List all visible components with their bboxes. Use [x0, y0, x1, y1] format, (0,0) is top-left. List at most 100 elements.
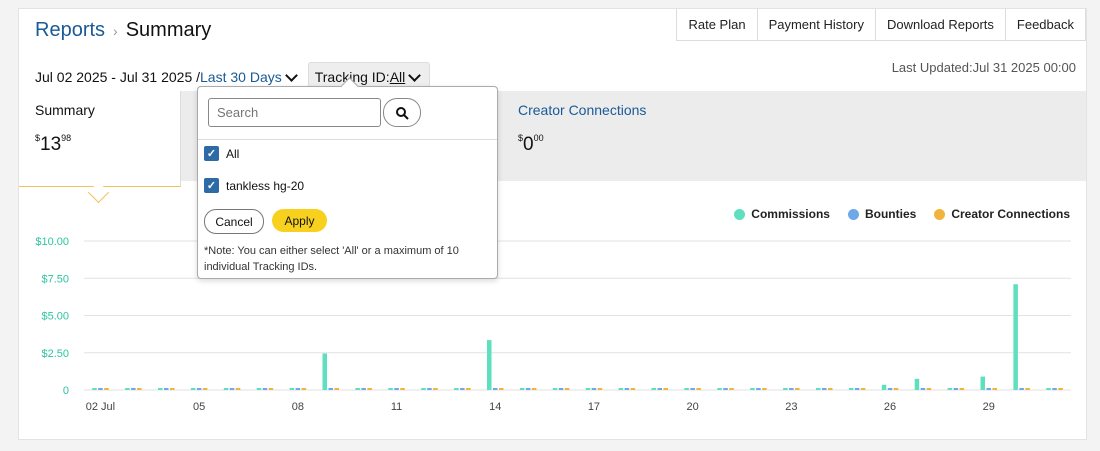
x-tick-label: 02 Jul	[86, 401, 115, 413]
divider	[198, 139, 497, 140]
bar-commissions	[223, 388, 229, 390]
bar-commissions	[454, 388, 459, 390]
checkbox-tracking-id[interactable]: ✓	[204, 178, 219, 193]
bar-creator-connections	[1058, 388, 1063, 390]
bar-creator-connections	[597, 388, 603, 390]
bar-creator-connections	[696, 388, 701, 390]
bar-creator-connections	[137, 388, 142, 390]
bar-creator-connections	[828, 388, 833, 390]
bar-commissions	[388, 388, 393, 390]
bar-creator-connections	[992, 388, 997, 390]
bar-bounties	[953, 388, 959, 390]
search-icon	[396, 106, 409, 120]
search-input[interactable]	[208, 98, 381, 127]
bar-creator-connections	[795, 388, 800, 390]
bar-creator-connections	[499, 388, 504, 390]
bar-bounties	[1052, 388, 1057, 390]
bar-creator-connections	[531, 388, 537, 390]
bar-bounties	[493, 388, 498, 390]
bar-creator-connections	[860, 388, 866, 390]
bar-commissions	[190, 388, 196, 390]
bar-creator-connections	[729, 388, 734, 390]
bar-bounties	[657, 388, 662, 390]
bar-commissions	[487, 340, 492, 390]
bar-bounties	[295, 388, 301, 390]
bar-commissions	[1046, 388, 1051, 390]
bar-bounties	[854, 388, 860, 390]
bar-commissions	[783, 388, 788, 390]
bar-commissions	[322, 353, 327, 390]
bar-commissions	[914, 378, 920, 390]
x-tick-label: 23	[785, 401, 797, 413]
bar-bounties	[887, 388, 893, 390]
bar-commissions	[585, 388, 591, 390]
bar-creator-connections	[334, 388, 339, 390]
bar-commissions	[158, 388, 163, 390]
apply-button[interactable]: Apply	[272, 209, 327, 232]
search-button[interactable]	[383, 98, 421, 127]
popup-note: *Note: You can either select 'All' or a …	[204, 245, 459, 273]
bar-bounties	[558, 388, 564, 390]
x-tick-label: 11	[391, 401, 402, 413]
bar-creator-connections	[630, 388, 636, 390]
x-tick-label: 26	[884, 401, 896, 413]
bar-creator-connections	[663, 388, 668, 390]
bar-commissions	[684, 388, 689, 390]
bar-commissions	[256, 388, 262, 390]
bar-commissions	[355, 388, 360, 390]
bar-bounties	[1019, 388, 1024, 390]
bar-commissions	[421, 388, 426, 390]
y-tick-label: $7.50	[41, 273, 69, 285]
x-tick-label: 08	[292, 401, 304, 413]
y-tick-label: $10.00	[35, 236, 69, 248]
bar-creator-connections	[762, 388, 767, 390]
bar-creator-connections	[235, 388, 241, 390]
option-tracking-id-label: tankless hg-20	[226, 179, 305, 193]
bar-creator-connections	[926, 388, 932, 390]
bar-creator-connections	[301, 388, 307, 390]
bar-creator-connections	[400, 388, 405, 390]
bar-bounties	[822, 388, 827, 390]
tracking-id-popup: ✓ All ✓ tankless hg-20 Cancel Apply *Not…	[197, 77, 498, 279]
bar-bounties	[525, 388, 531, 390]
bar-bounties	[262, 388, 268, 390]
bar-commissions	[618, 388, 624, 390]
bar-creator-connections	[433, 388, 438, 390]
x-tick-label: 14	[489, 401, 501, 413]
x-tick-label: 17	[588, 401, 600, 413]
checkbox-all[interactable]: ✓	[204, 146, 219, 161]
bar-bounties	[131, 388, 136, 390]
x-tick-label: 29	[983, 401, 995, 413]
bar-commissions	[816, 388, 821, 390]
y-tick-label: 0	[63, 385, 69, 397]
bar-creator-connections	[893, 388, 899, 390]
bar-commissions	[848, 388, 854, 390]
y-tick-label: $5.00	[41, 311, 69, 323]
bar-bounties	[328, 388, 333, 390]
bar-commissions	[552, 388, 558, 390]
bar-creator-connections	[1025, 388, 1030, 390]
bar-bounties	[196, 388, 202, 390]
option-all-label: All	[226, 147, 240, 161]
bar-commissions	[947, 388, 953, 390]
bar-bounties	[690, 388, 695, 390]
bar-creator-connections	[367, 388, 372, 390]
bar-bounties	[394, 388, 399, 390]
earnings-bar-chart: 0 $2.50 $5.00 $7.50 $10.00 02 Jul 05 08 11 14 17 20…	[35, 236, 1071, 413]
bar-bounties	[756, 388, 761, 390]
bar-commissions	[125, 388, 130, 390]
bar-creator-connections	[104, 388, 109, 390]
bar-commissions	[289, 388, 295, 390]
bar-commissions	[651, 388, 656, 390]
bar-commissions	[519, 388, 525, 390]
cancel-button[interactable]: Cancel	[204, 209, 264, 234]
bar-commissions	[980, 376, 985, 390]
bar-creator-connections	[170, 388, 175, 390]
bar-creator-connections	[564, 388, 570, 390]
bar-bounties	[164, 388, 169, 390]
bar-commissions	[1013, 284, 1018, 390]
bar-commissions	[881, 384, 887, 390]
bar-bounties	[920, 388, 926, 390]
bar-creator-connections	[268, 388, 274, 390]
bar-creator-connections	[202, 388, 208, 390]
